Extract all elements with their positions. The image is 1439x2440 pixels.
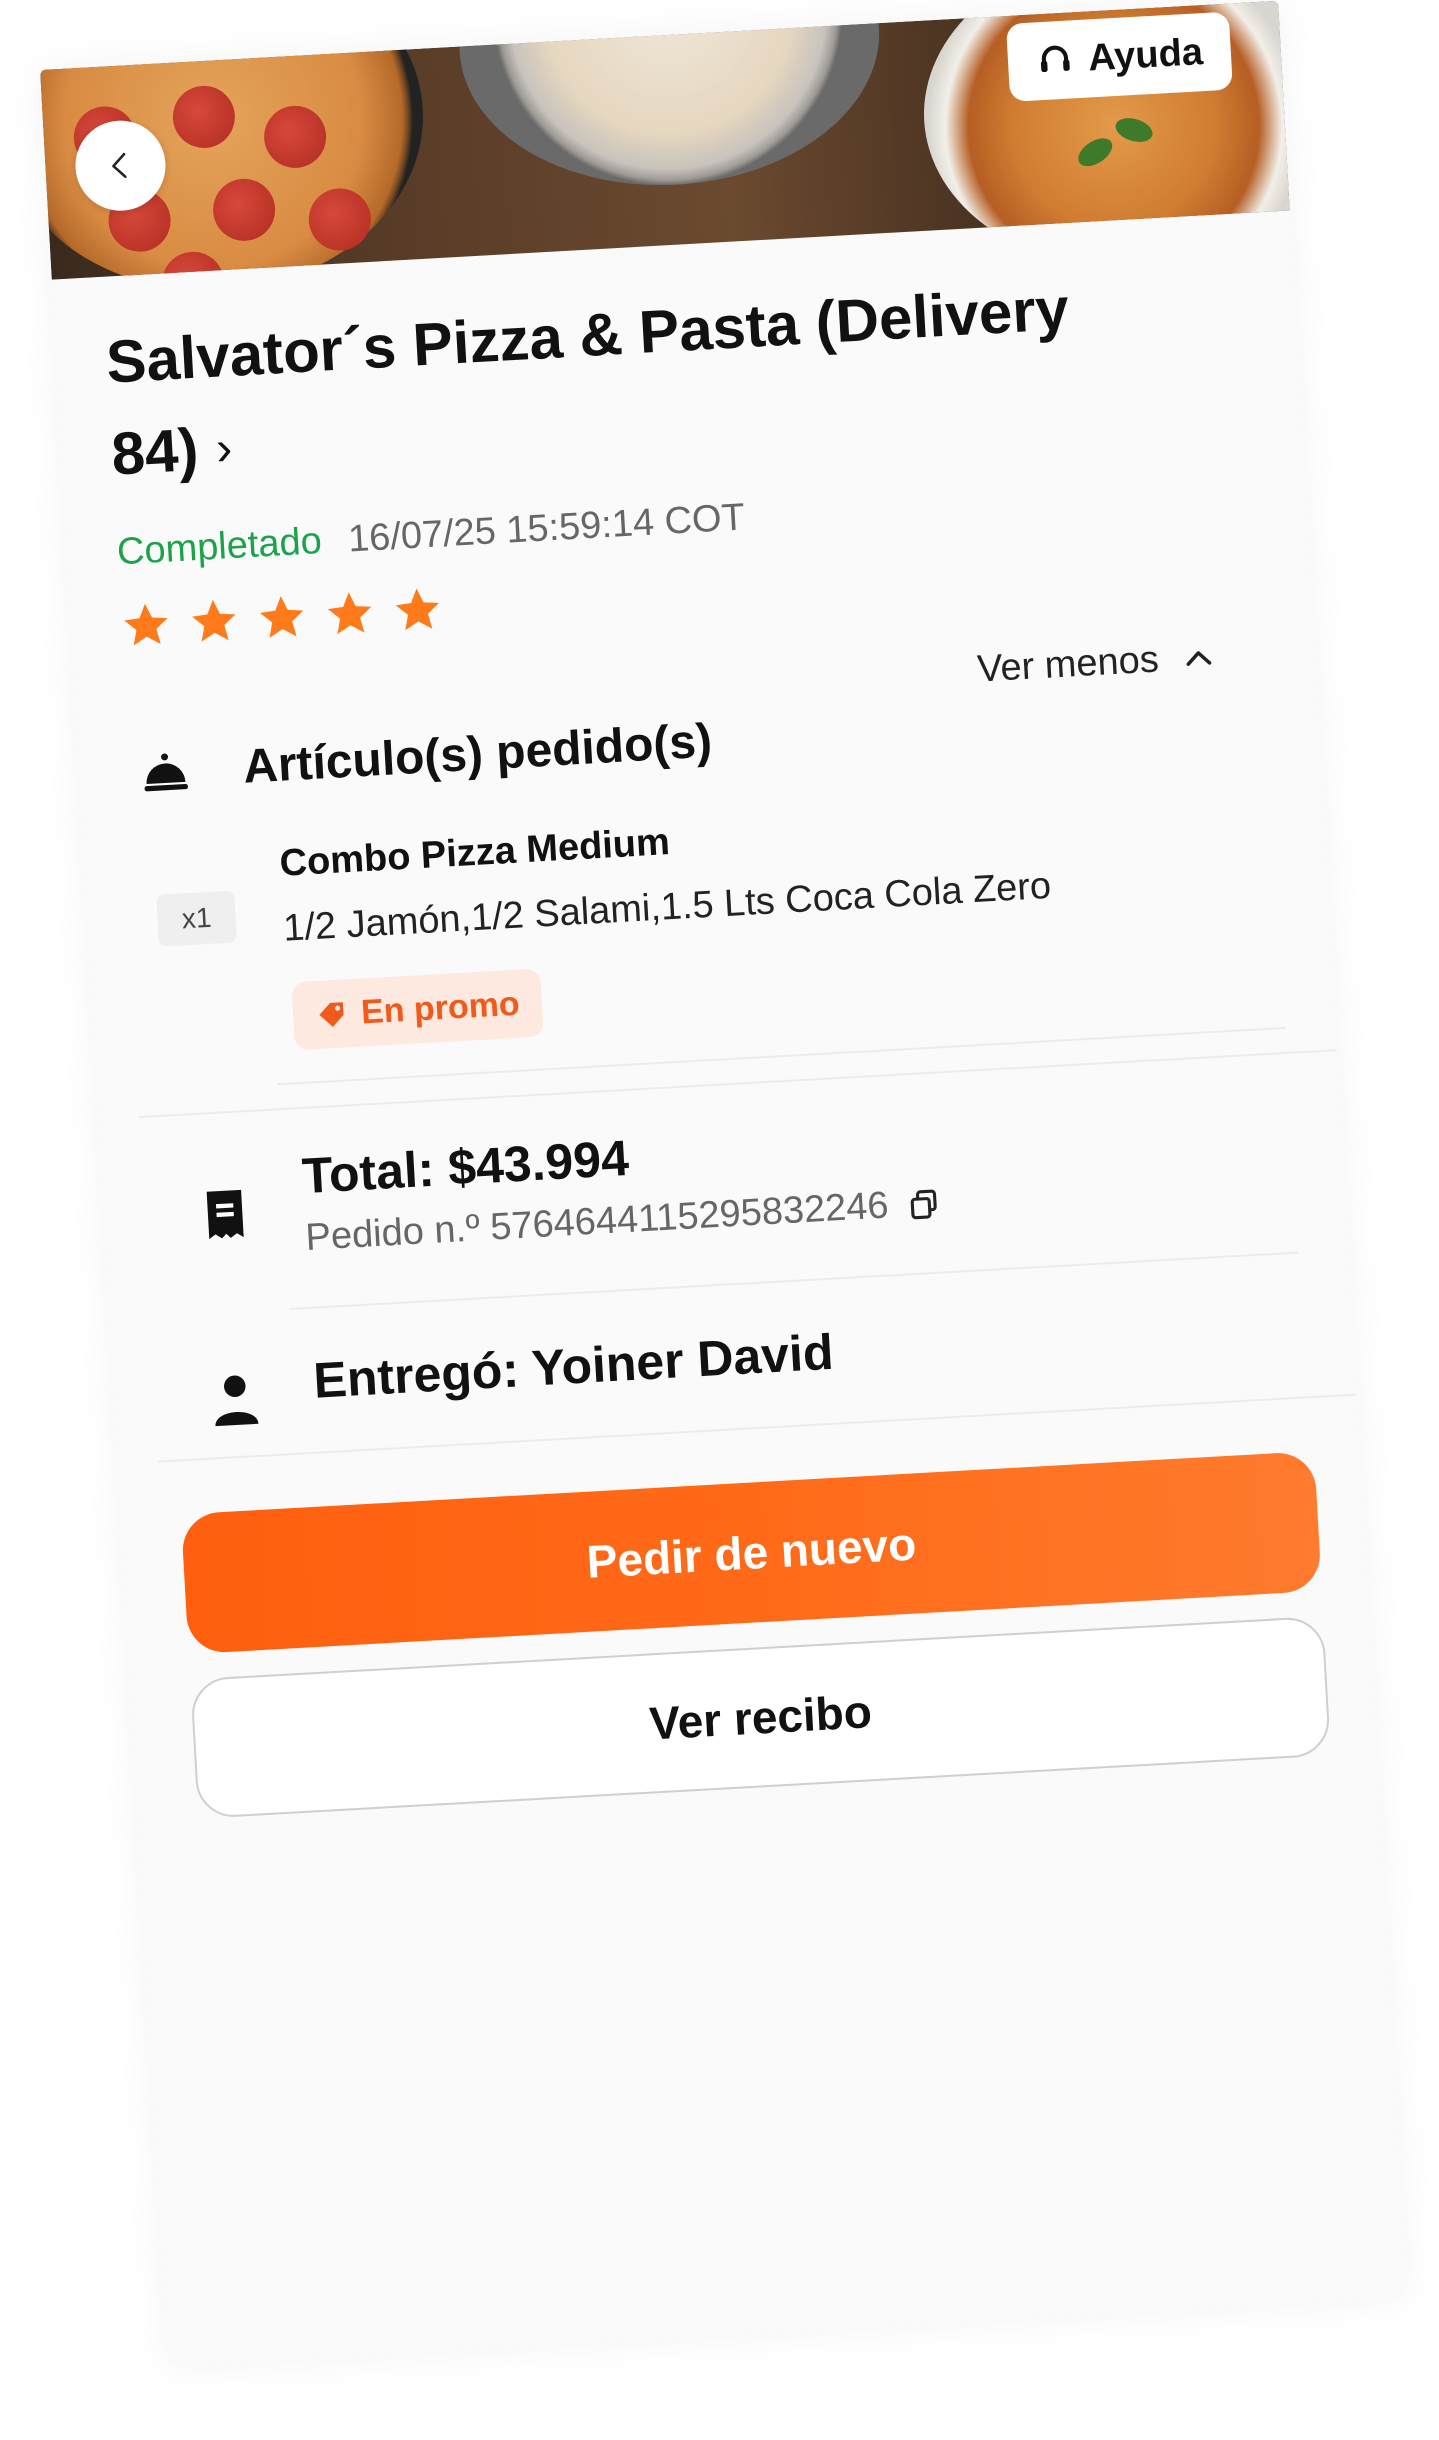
chevron-up-icon (1186, 650, 1212, 666)
order-total: Total: $43.994 (300, 1129, 631, 1205)
item-quantity: x1 (156, 890, 238, 947)
restaurant-name: Salvator´s Pizza & Pasta (Delivery 84) (104, 275, 1071, 488)
tag-icon (319, 1002, 344, 1027)
star-icon (259, 596, 304, 638)
view-receipt-button[interactable]: Ver recibo (190, 1615, 1332, 1819)
toggle-label: Ver menos (976, 638, 1160, 691)
courier-name: Entregó: Yoiner David (312, 1323, 835, 1409)
order-timestamp: 16/07/25 15:59:14 COT (346, 496, 746, 561)
reorder-button[interactable]: Pedir de nuevo (180, 1451, 1322, 1655)
items-section-title: Artículo(s) pedido(s) (241, 714, 714, 794)
pasta-bowl-image (451, 0, 888, 197)
restaurant-name-link[interactable]: Salvator´s Pizza & Pasta (Delivery 84) › (104, 255, 1213, 501)
star-icon (124, 603, 168, 646)
promo-badge: En promo (291, 968, 544, 1051)
items-section-header: Artículo(s) pedido(s) (138, 714, 713, 801)
person-icon (215, 1375, 259, 1427)
photo-background: Ayuda Salvator´s Pizza & Pasta (Delivery… (0, 0, 1439, 2440)
restaurant-hero-image: Ayuda (40, 0, 1290, 280)
help-button[interactable]: Ayuda (1006, 11, 1233, 102)
item-name: Combo Pizza Medium (278, 821, 671, 885)
order-detail-screen: Ayuda Salvator´s Pizza & Pasta (Delivery… (40, 0, 1407, 2367)
food-cloche-icon (144, 752, 188, 791)
receipt-icon (206, 1189, 244, 1240)
help-label: Ayuda (1087, 30, 1204, 79)
status-badge: Completado (115, 520, 323, 574)
headset-icon (1041, 45, 1071, 73)
chevron-right-icon: › (214, 421, 234, 476)
promo-label: En promo (360, 984, 521, 1032)
star-icon (327, 592, 372, 635)
collapse-items-toggle[interactable]: Ver menos (976, 635, 1216, 691)
order-status-line: Completado 16/07/25 15:59:14 COT (116, 496, 746, 574)
copy-icon[interactable] (905, 1186, 941, 1222)
chevron-left-icon (112, 152, 127, 179)
star-icon (192, 599, 236, 642)
star-icon (395, 588, 440, 631)
divider (289, 1251, 1299, 1310)
rating-stars (120, 583, 444, 651)
